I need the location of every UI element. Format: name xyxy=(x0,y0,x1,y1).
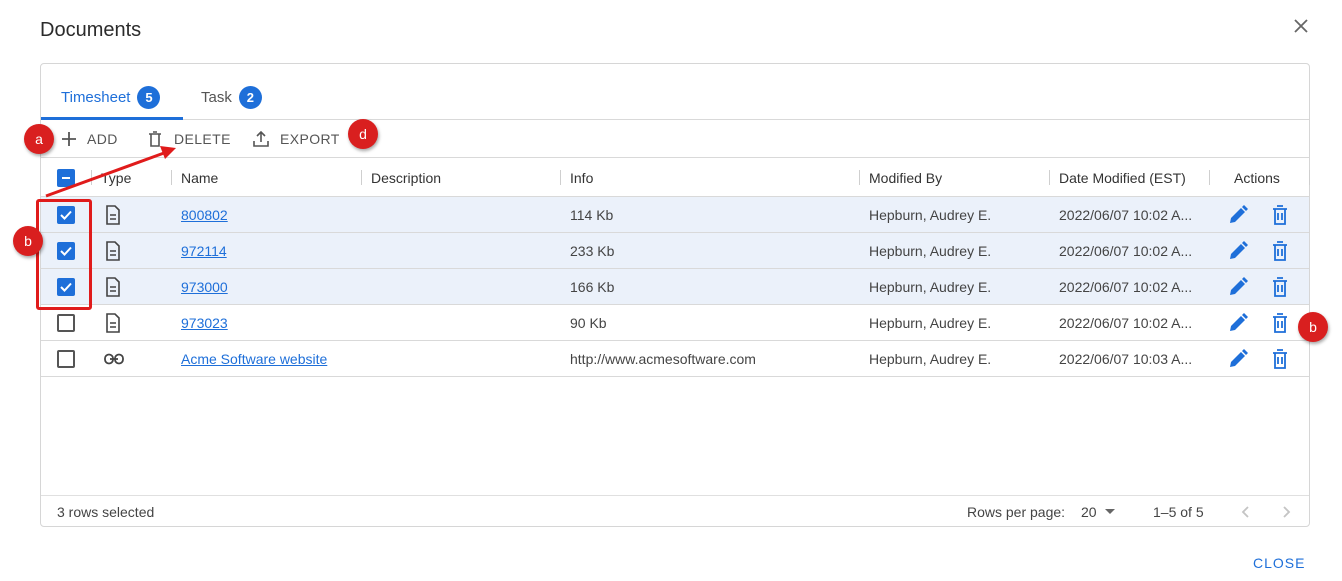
annotation-arrow xyxy=(45,146,176,198)
callout-b: b xyxy=(1298,312,1328,342)
callout-d: d xyxy=(348,119,378,149)
selection-highlight-box xyxy=(36,199,92,310)
callout-a: a xyxy=(24,124,54,154)
callout-b: b xyxy=(13,226,43,256)
